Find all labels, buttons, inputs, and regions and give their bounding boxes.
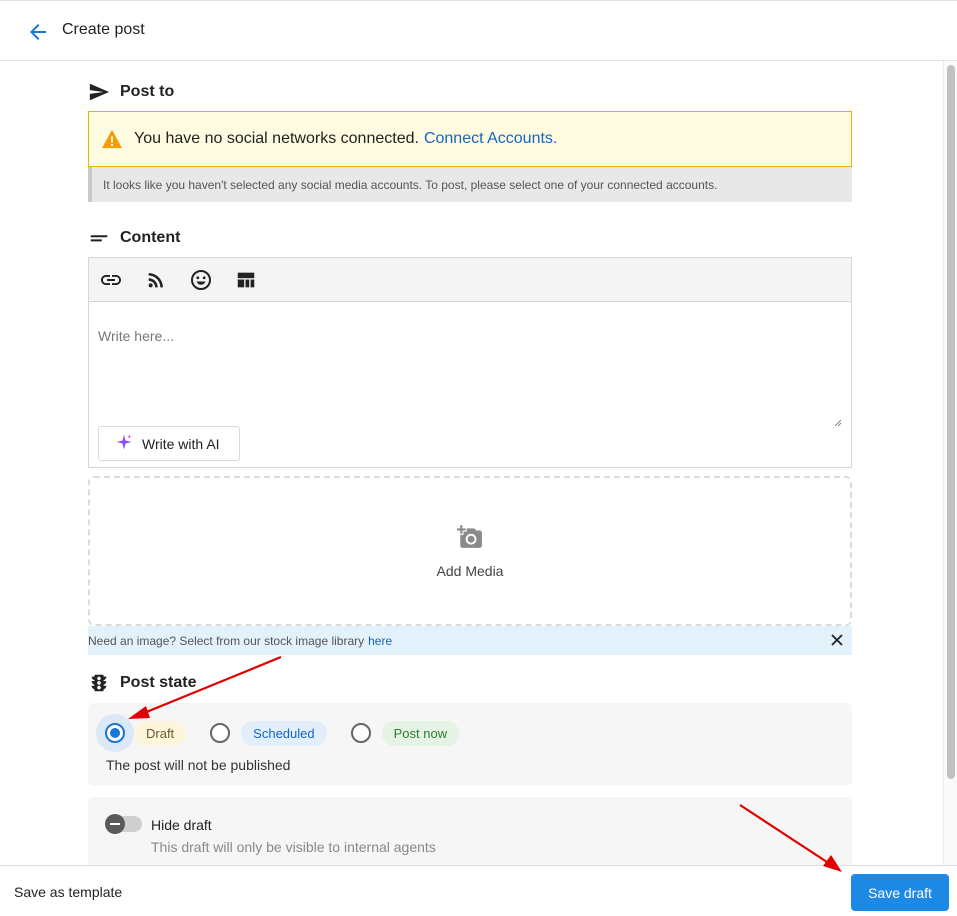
post-state-radio-group: Draft Scheduled Post now	[96, 714, 474, 752]
stock-library-banner: Need an image? Select from our stock ima…	[88, 626, 852, 655]
post-state-heading: Post state	[88, 672, 196, 694]
radio-option-scheduled[interactable]: Scheduled	[201, 714, 327, 752]
radio-post-now[interactable]	[350, 723, 371, 743]
write-with-ai-label: Write with AI	[142, 435, 220, 452]
add-media-label: Add Media	[436, 562, 504, 579]
page-title: Create post	[62, 21, 145, 38]
write-with-ai-button[interactable]: Write with AI	[98, 426, 240, 461]
content-heading: Content	[88, 227, 180, 249]
scrollbar[interactable]	[943, 61, 957, 865]
no-accounts-warning: You have no social networks connected. C…	[88, 111, 852, 167]
post-state-description: The post will not be published	[106, 757, 291, 773]
radio-focus-halo	[96, 714, 134, 752]
post-state-title: Post state	[120, 674, 197, 691]
post-state-card: Draft Scheduled Post now The post will n…	[88, 703, 852, 786]
radio-option-post-now[interactable]: Post now	[342, 714, 460, 752]
chip-post-now: Post now	[381, 720, 460, 746]
add-photo-icon	[457, 524, 483, 555]
connect-accounts-link[interactable]: Connect Accounts.	[424, 130, 557, 148]
editor-toolbar	[89, 258, 851, 302]
hide-draft-title: Hide draft	[151, 817, 212, 833]
top-bar: Create post	[0, 0, 957, 61]
radio-halo	[201, 714, 239, 752]
link-icon[interactable]	[99, 268, 123, 292]
no-accounts-info: It looks like you haven't selected any s…	[88, 167, 852, 202]
radio-scheduled[interactable]	[210, 723, 231, 743]
toggle-knob	[105, 814, 125, 834]
resize-grip-icon[interactable]	[832, 414, 842, 427]
traffic-light-icon	[88, 672, 110, 694]
warning-text: You have no social networks connected.	[134, 130, 419, 147]
save-as-template-button[interactable]: Save as template	[14, 884, 122, 900]
save-draft-button[interactable]: Save draft	[851, 874, 949, 911]
template-icon[interactable]	[234, 268, 258, 292]
post-to-title: Post to	[120, 83, 175, 100]
stock-library-link[interactable]: here	[368, 634, 392, 648]
hide-draft-subtitle: This draft will only be visible to inter…	[151, 839, 436, 855]
warning-icon	[101, 129, 123, 149]
sparkle-icon	[115, 433, 133, 454]
chip-scheduled: Scheduled	[241, 720, 327, 746]
arrow-left-icon[interactable]	[26, 20, 50, 44]
stock-library-text: Need an image? Select from our stock ima…	[88, 633, 365, 648]
chip-draft: Draft	[134, 720, 187, 746]
short-text-icon	[88, 227, 110, 249]
footer-bar: Save as template Save draft	[0, 865, 957, 916]
add-media-dropzone[interactable]: Add Media	[88, 476, 852, 626]
close-icon[interactable]	[830, 633, 844, 647]
content-editor: Write with AI	[88, 257, 852, 468]
content-textarea[interactable]	[89, 302, 843, 427]
hide-draft-toggle[interactable]	[105, 814, 142, 834]
hide-draft-card: Hide draft This draft will only be visib…	[88, 797, 852, 867]
post-to-heading: Post to	[88, 81, 174, 103]
rss-icon[interactable]	[144, 268, 168, 292]
scrollbar-thumb[interactable]	[947, 65, 955, 779]
radio-halo	[342, 714, 380, 752]
send-icon	[88, 81, 110, 103]
radio-option-draft[interactable]: Draft	[96, 714, 187, 752]
emoji-icon[interactable]	[189, 268, 213, 292]
content-title: Content	[120, 229, 181, 246]
radio-draft[interactable]	[105, 723, 125, 743]
